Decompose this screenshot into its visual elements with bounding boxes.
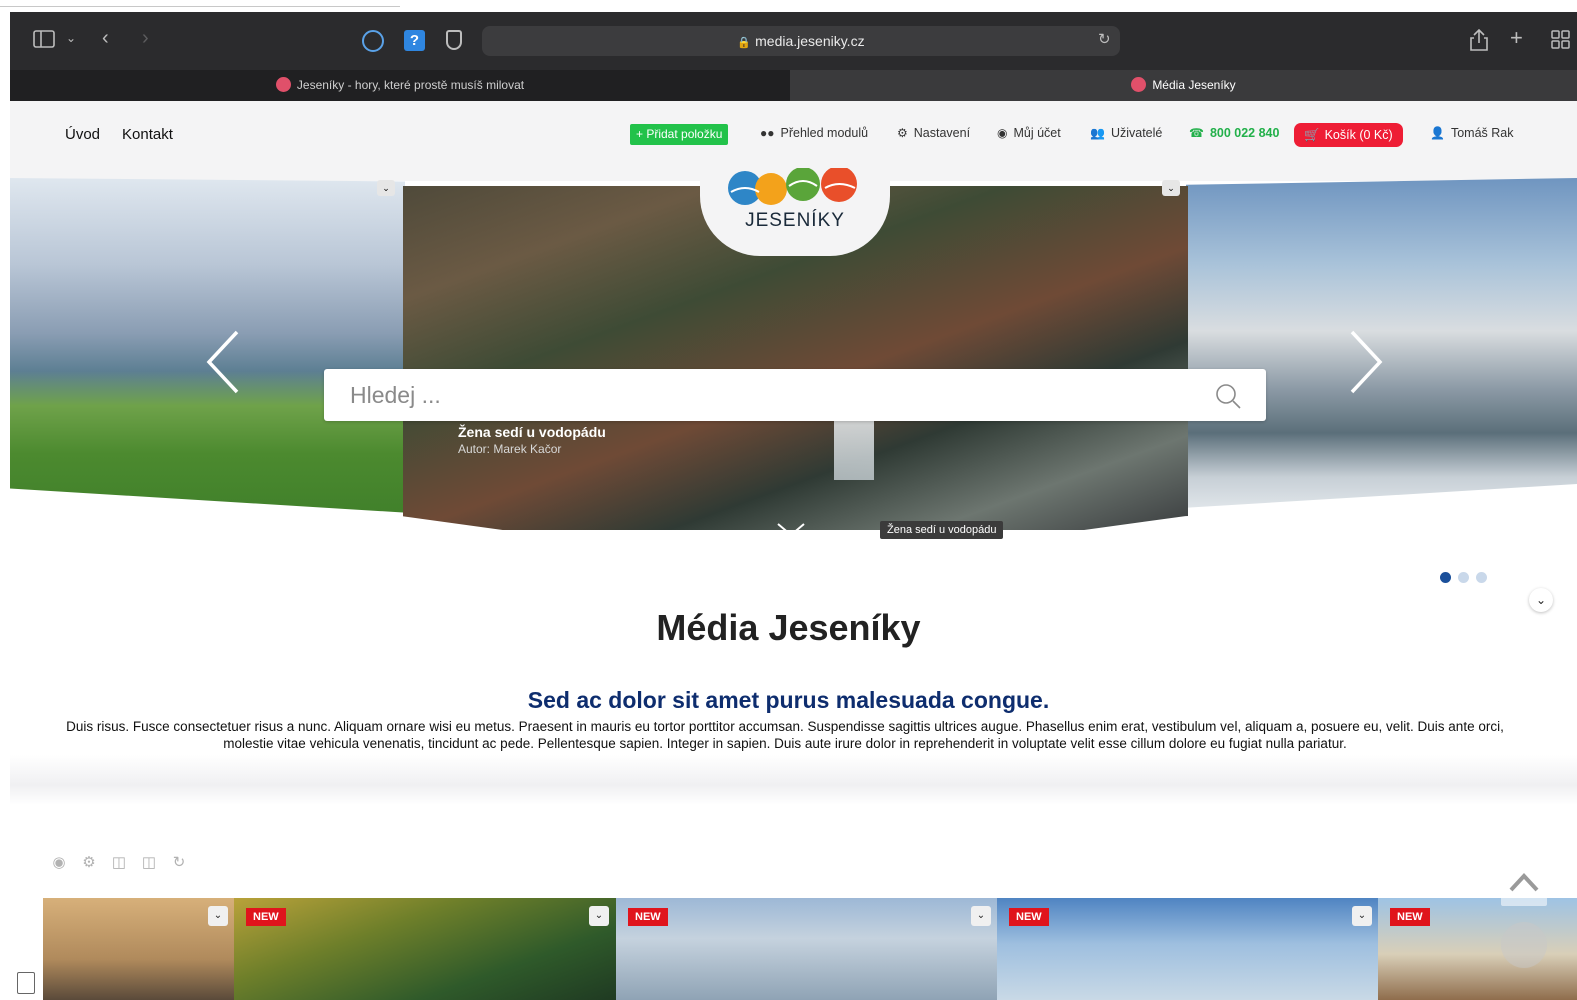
new-badge: NEW	[1009, 908, 1049, 926]
nav-link-uvod[interactable]: Úvod	[65, 126, 100, 143]
modules-link[interactable]: ●● Přehled modulů	[760, 126, 868, 140]
logo-text: JESENÍKY	[745, 210, 845, 231]
slider-prev-icon[interactable]	[205, 330, 241, 404]
cart-icon: 🛒	[1304, 128, 1320, 142]
user-name: Tomáš Rak	[1450, 126, 1514, 140]
settings-label: Nastavení	[913, 126, 971, 140]
users-label: Uživatelé	[1110, 126, 1163, 140]
card-toggle-icon[interactable]: ⌄	[208, 906, 228, 926]
phone-link[interactable]: ☎ 800 022 840	[1189, 126, 1279, 140]
new-badge: NEW	[1390, 908, 1430, 926]
slide-tooltip: Žena sedí u vodopádu	[880, 521, 1004, 539]
search-icon[interactable]	[1214, 382, 1242, 410]
cart-button[interactable]: 🛒 Košík (0 Kč)	[1294, 123, 1403, 147]
refresh-icon[interactable]: ↻	[170, 853, 188, 871]
media-card[interactable]: ⌄	[43, 898, 235, 1000]
cookie-icon[interactable]	[1501, 922, 1547, 968]
user-menu[interactable]: 👤 Tomáš Rak	[1430, 126, 1513, 140]
search-input[interactable]	[350, 380, 1130, 410]
user-circle-icon: ◉	[997, 126, 1008, 140]
account-link[interactable]: ◉ Můj účet	[997, 126, 1061, 140]
tab-overview-icon[interactable]	[1551, 30, 1571, 54]
chevron-down-icon[interactable]: ⌄	[66, 32, 76, 44]
tab-media-jeseniky[interactable]: Média Jeseníky	[790, 70, 1577, 101]
tab-label: Média Jeseníky	[1152, 78, 1236, 92]
settings-link[interactable]: ⚙ Nastavení	[897, 126, 970, 140]
media-card[interactable]: NEW ⌄	[997, 898, 1379, 1000]
new-tab-icon[interactable]: +	[1510, 27, 1523, 49]
url-value: media.jeseniky.cz	[755, 33, 865, 49]
bookmark-icon[interactable]	[17, 972, 35, 994]
new-badge: NEW	[628, 908, 668, 926]
extension-icon[interactable]	[362, 30, 384, 52]
users-icon: 👥	[1090, 126, 1105, 140]
columns-icon[interactable]: ◫	[110, 853, 128, 871]
forward-icon[interactable]: ›	[142, 28, 149, 48]
users-link[interactable]: 👥 Uživatelé	[1090, 126, 1162, 140]
help-icon[interactable]: ?	[404, 30, 425, 51]
address-bar[interactable]: 🔒 media.jeseniky.cz ↻	[482, 26, 1120, 56]
sidebar-toggle-icon[interactable]	[33, 30, 55, 52]
pagination-dot[interactable]	[1476, 572, 1487, 583]
phone-number: 800 022 840	[1209, 126, 1280, 140]
pagination-dot-active[interactable]	[1440, 572, 1451, 583]
slide-toggle-left[interactable]: ⌄	[377, 180, 395, 196]
gear-icon: ⚙	[897, 126, 908, 140]
tab-label: Jeseníky - hory, které prostě musíš milo…	[296, 78, 525, 92]
admin-tools: ◉ ⚙ ◫ ◫ ↻	[50, 853, 200, 872]
slider-next-icon[interactable]	[1348, 330, 1384, 404]
back-icon[interactable]: ‹	[102, 28, 109, 48]
card-toggle-icon[interactable]: ⌄	[589, 906, 609, 926]
slide-title: Žena sedí u vodopádu	[458, 424, 606, 440]
media-card[interactable]: NEW ⌄	[234, 898, 617, 1000]
back-to-top-button[interactable]	[1501, 860, 1547, 906]
lock-icon: 🔒	[737, 37, 752, 49]
phone-icon: ☎	[1189, 126, 1204, 140]
account-label: Můj účet	[1013, 126, 1061, 140]
nav-link-kontakt[interactable]: Kontakt	[122, 126, 173, 143]
top-strip-line	[0, 6, 400, 7]
page-body-text: Duis risus. Fusce consectetuer risus a n…	[66, 719, 1504, 751]
user-icon: 👤	[1430, 126, 1445, 140]
share-icon[interactable]	[1470, 28, 1488, 54]
cart-label: Košík (0 Kč)	[1324, 128, 1393, 142]
page-subtitle: Sed ac dolor sit amet purus malesuada co…	[527, 687, 1050, 713]
jeseniky-logo[interactable]	[727, 166, 863, 213]
new-badge: NEW	[246, 908, 286, 926]
shield-icon[interactable]	[446, 30, 462, 50]
media-card[interactable]: NEW	[1378, 898, 1577, 1000]
card-toggle-icon[interactable]: ⌄	[1352, 906, 1372, 926]
scroll-down-icon[interactable]	[776, 522, 806, 542]
pagination-dot[interactable]	[1458, 572, 1469, 583]
tab-jeseniky[interactable]: Jeseníky - hory, které prostě musíš milo…	[10, 70, 790, 101]
add-item-button[interactable]: + Přidat položku	[630, 124, 729, 145]
site-favicon-icon	[275, 77, 291, 93]
slide-author: Autor: Marek Kačor	[458, 442, 562, 456]
media-card[interactable]: NEW ⌄	[616, 898, 998, 1000]
modules-icon: ●●	[760, 126, 775, 140]
layout-icon[interactable]: ◫	[140, 853, 158, 871]
gear-icon[interactable]: ⚙	[80, 853, 98, 871]
card-toggle-icon[interactable]: ⌄	[971, 906, 991, 926]
waterfall-highlight	[834, 420, 874, 480]
eye-icon[interactable]: ◉	[50, 853, 68, 871]
site-favicon-icon	[1131, 77, 1147, 93]
page-title: Média Jeseníky	[656, 607, 921, 648]
section-divider	[10, 755, 1577, 805]
url-text: 🔒 media.jeseniky.cz	[482, 26, 1120, 56]
reload-icon[interactable]: ↻	[1098, 32, 1111, 47]
slide-toggle-right[interactable]: ⌄	[1162, 180, 1180, 196]
modules-label: Přehled modulů	[780, 126, 869, 140]
